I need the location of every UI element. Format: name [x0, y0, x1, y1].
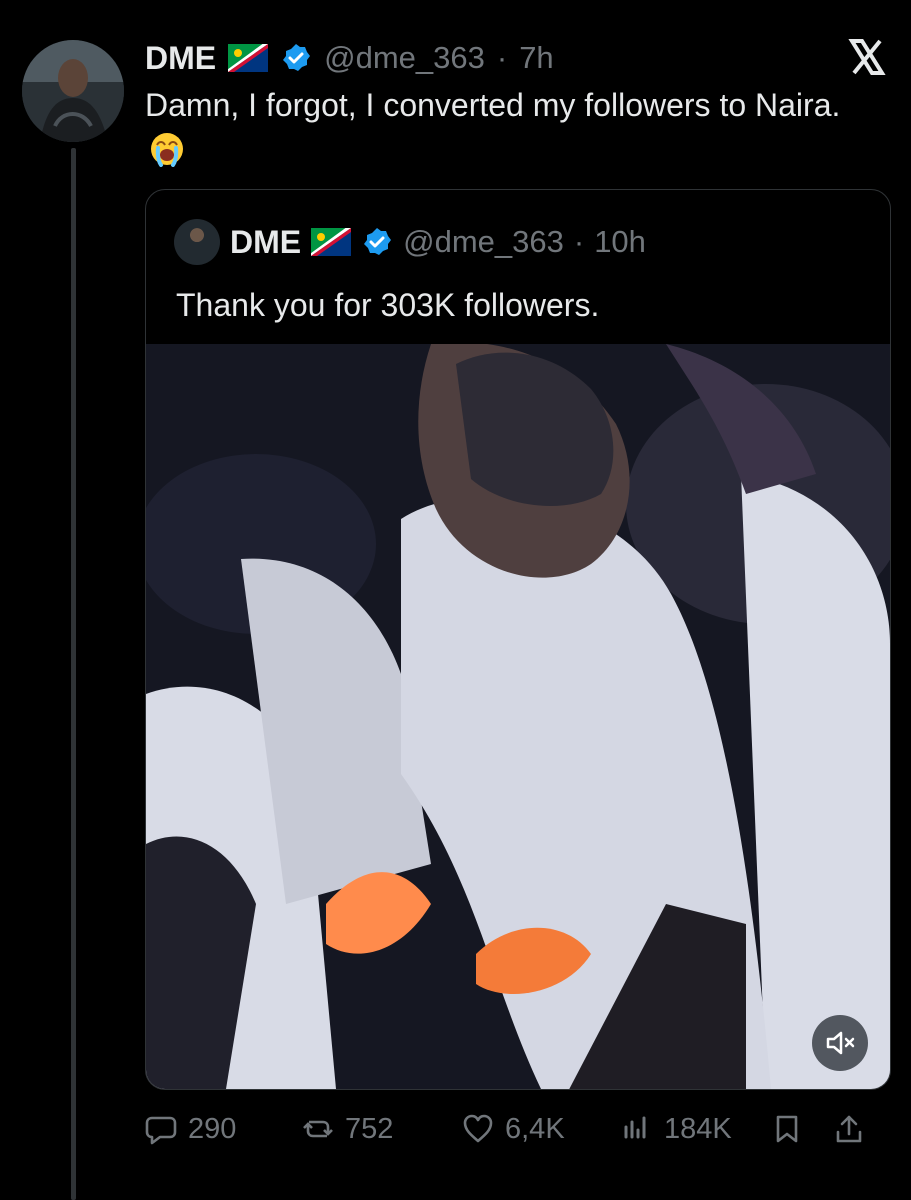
reply-button[interactable]: 290: [144, 1112, 301, 1146]
quote-handle[interactable]: @dme_363: [403, 224, 564, 260]
quote-text: Thank you for 303K followers.: [176, 287, 600, 323]
separator-dot: ·: [496, 40, 508, 75]
quote-avatar[interactable]: [174, 219, 220, 265]
quote-header: DME @dme_363 · 10h: [174, 219, 646, 265]
views-button[interactable]: 184K: [620, 1112, 770, 1146]
tweet-text: Damn, I forgot, I converted my followers…: [145, 87, 841, 123]
views-icon: [624, 1116, 646, 1139]
flag-namibia-icon: [228, 44, 269, 72]
verified-badge-icon: [283, 44, 311, 71]
mute-icon: [826, 1031, 855, 1055]
author-handle[interactable]: @dme_363: [324, 40, 485, 76]
crying-face-emoji-icon: [151, 133, 183, 167]
verified-badge-icon: [364, 228, 392, 255]
tweet-text-block: Damn, I forgot, I converted my followers…: [145, 83, 865, 171]
view-count: 184K: [664, 1112, 732, 1145]
avatar[interactable]: [22, 40, 124, 142]
quote-author-name[interactable]: DME: [230, 224, 301, 261]
post-time[interactable]: 7h: [519, 40, 553, 76]
quote-separator-dot: ·: [573, 224, 585, 259]
share-icon: [836, 1115, 862, 1143]
quote-time[interactable]: 10h: [594, 224, 646, 260]
repost-button[interactable]: 752: [301, 1112, 461, 1146]
author-name[interactable]: DME: [145, 40, 216, 77]
reply-count: 290: [188, 1112, 237, 1145]
x-logo-icon: [848, 39, 886, 75]
avatar-image: [22, 40, 124, 142]
like-button[interactable]: 6,4K: [461, 1112, 620, 1146]
flag-namibia-icon: [311, 228, 352, 256]
repost-count: 752: [345, 1112, 394, 1145]
like-count: 6,4K: [505, 1112, 565, 1145]
quoted-tweet[interactable]: DME @dme_363 · 10h Thank you for 303K fo…: [145, 189, 891, 1090]
bookmark-button[interactable]: [770, 1112, 832, 1146]
tweet-actions: 290 752 6,4K 184K: [144, 1107, 889, 1151]
mute-button[interactable]: [812, 1015, 868, 1071]
thread-line: [71, 148, 76, 1200]
video-player[interactable]: [146, 344, 890, 1089]
video-frame: [146, 344, 890, 1089]
reply-icon: [145, 1116, 177, 1145]
tweet-header: DME @dme_363 · 7h: [145, 38, 554, 78]
like-icon: [463, 1114, 493, 1143]
repost-icon: [303, 1120, 333, 1138]
share-button[interactable]: [832, 1112, 866, 1146]
bookmark-icon: [776, 1115, 798, 1143]
